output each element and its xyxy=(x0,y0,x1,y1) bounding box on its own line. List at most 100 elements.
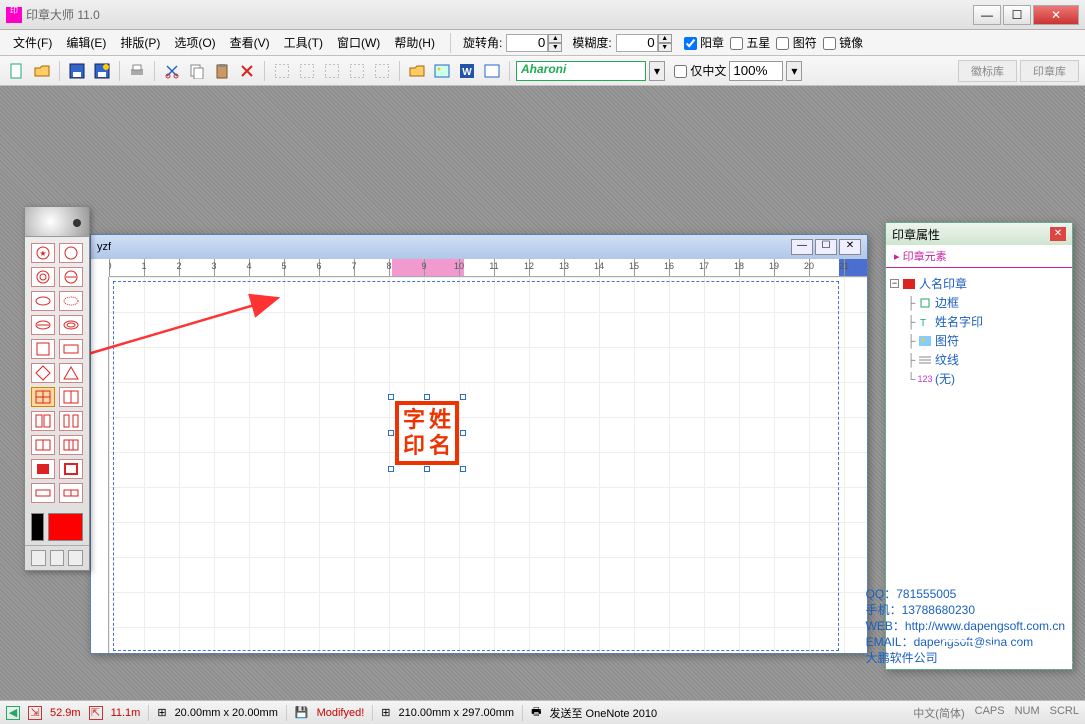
blur-up[interactable]: ▲ xyxy=(658,34,672,43)
align-3-icon[interactable] xyxy=(321,60,343,82)
rotate-up[interactable]: ▲ xyxy=(548,34,562,43)
palette-eye-icon[interactable] xyxy=(25,207,89,237)
copy-icon[interactable] xyxy=(186,60,208,82)
email-link[interactable]: dapengsoft@sina.com xyxy=(914,635,1034,649)
minimize-button[interactable]: — xyxy=(973,5,1001,25)
color-red[interactable] xyxy=(48,513,83,541)
export-icon[interactable] xyxy=(481,60,503,82)
resize-handle[interactable] xyxy=(460,466,466,472)
tool-diamond[interactable] xyxy=(31,363,55,383)
sb-y-icon[interactable]: ⇱ xyxy=(89,706,103,720)
ruler-horizontal[interactable]: 0123456789101112131415161718192021 xyxy=(109,259,867,277)
saveas-icon[interactable] xyxy=(91,60,113,82)
align-5-icon[interactable] xyxy=(371,60,393,82)
font-select[interactable]: Aharoni xyxy=(516,61,646,81)
cut-icon[interactable] xyxy=(161,60,183,82)
paste-icon[interactable] xyxy=(211,60,233,82)
menu-edit[interactable]: 编辑(E) xyxy=(59,31,113,54)
new-doc-icon[interactable] xyxy=(6,60,28,82)
tool-ring[interactable] xyxy=(31,267,55,287)
tree-lines[interactable]: ├ 纹线 xyxy=(890,350,1068,369)
tool-triangle[interactable] xyxy=(59,363,83,383)
rotate-down[interactable]: ▼ xyxy=(548,43,562,52)
check-star[interactable]: 五星 xyxy=(730,34,770,51)
menu-tools[interactable]: 工具(T) xyxy=(277,31,330,54)
web-link[interactable]: http://www.dapengsoft.com.cn xyxy=(905,619,1065,633)
menu-view[interactable]: 查看(V) xyxy=(223,31,277,54)
image-icon[interactable] xyxy=(431,60,453,82)
rotate-input[interactable] xyxy=(506,34,548,52)
tool-ellipse-ring[interactable] xyxy=(59,315,83,335)
tool-circle-text[interactable] xyxy=(59,267,83,287)
align-4-icon[interactable] xyxy=(346,60,368,82)
menu-file[interactable]: 文件(F) xyxy=(6,31,59,54)
maximize-button[interactable]: ☐ xyxy=(1003,5,1031,25)
zoom-dropdown-icon[interactable]: ▾ xyxy=(786,61,802,81)
check-yang[interactable]: 阳章 xyxy=(684,34,724,51)
tree-border[interactable]: ├ 边框 xyxy=(890,293,1068,312)
doc-max-button[interactable]: ☐ xyxy=(815,239,837,255)
tool-circle[interactable] xyxy=(59,243,83,263)
word-icon[interactable]: W xyxy=(456,60,478,82)
menu-layout[interactable]: 排版(P) xyxy=(113,31,167,54)
save-icon[interactable] xyxy=(66,60,88,82)
delete-icon[interactable] xyxy=(236,60,258,82)
palette-btn-3[interactable] xyxy=(68,550,83,566)
tool-square-grid[interactable] xyxy=(31,387,55,407)
tool-cols-gap[interactable] xyxy=(59,411,83,431)
close-button[interactable]: ✕ xyxy=(1033,5,1079,25)
align-2-icon[interactable] xyxy=(296,60,318,82)
resize-handle[interactable] xyxy=(460,394,466,400)
zoom-select[interactable] xyxy=(729,61,783,81)
resize-handle[interactable] xyxy=(388,430,394,436)
tool-rect-line-2[interactable] xyxy=(59,483,83,503)
blur-down[interactable]: ▼ xyxy=(658,43,672,52)
resize-handle[interactable] xyxy=(424,394,430,400)
menu-options[interactable]: 选项(O) xyxy=(167,31,222,54)
tool-square-grid-2[interactable] xyxy=(59,387,83,407)
tool-ellipse-dot[interactable] xyxy=(59,291,83,311)
tool-rect-split[interactable] xyxy=(31,435,55,455)
tool-circle-star[interactable]: ★ xyxy=(31,243,55,263)
tool-ellipse-line[interactable] xyxy=(31,315,55,335)
resize-handle[interactable] xyxy=(424,466,430,472)
palette-btn-1[interactable] xyxy=(31,550,46,566)
menu-help[interactable]: 帮助(H) xyxy=(387,31,442,54)
font-dropdown-icon[interactable]: ▾ xyxy=(649,61,665,81)
folder-icon[interactable] xyxy=(406,60,428,82)
tab-badge-lib[interactable]: 徽标库 xyxy=(958,60,1017,82)
resize-handle[interactable] xyxy=(388,394,394,400)
blur-input[interactable] xyxy=(616,34,658,52)
tool-outline-box[interactable] xyxy=(59,459,83,479)
tree-none[interactable]: └ 123 (无) xyxy=(890,369,1068,388)
sb-x-icon[interactable]: ⇲ xyxy=(28,706,42,720)
tool-square[interactable] xyxy=(31,339,55,359)
doc-close-button[interactable]: ✕ xyxy=(839,239,861,255)
resize-handle[interactable] xyxy=(460,430,466,436)
prop-section[interactable]: 印章元素 xyxy=(886,245,1072,268)
tool-cols-2[interactable] xyxy=(31,411,55,431)
tree-root[interactable]: − 人名印章 xyxy=(890,274,1068,293)
prop-titlebar[interactable]: 印章属性 ✕ xyxy=(886,223,1072,245)
menu-window[interactable]: 窗口(W) xyxy=(330,31,387,54)
tool-rect-line[interactable] xyxy=(31,483,55,503)
seal-object[interactable]: 字姓 印名 xyxy=(391,397,463,469)
color-black[interactable] xyxy=(31,513,44,541)
print-icon[interactable] xyxy=(126,60,148,82)
align-1-icon[interactable] xyxy=(271,60,293,82)
tab-seal-lib[interactable]: 印章库 xyxy=(1020,60,1079,82)
tool-ellipse[interactable] xyxy=(31,291,55,311)
check-mirror[interactable]: 镜像 xyxy=(823,34,863,51)
tool-rect-3[interactable] xyxy=(59,435,83,455)
prop-close-button[interactable]: ✕ xyxy=(1050,227,1066,241)
sb-left-icon[interactable]: ◀ xyxy=(6,706,20,720)
canvas[interactable]: 字姓 印名 xyxy=(109,277,867,653)
check-onlycn[interactable]: 仅中文 xyxy=(674,62,726,79)
palette-btn-2[interactable] xyxy=(50,550,65,566)
tree-image[interactable]: ├ 图符 xyxy=(890,331,1068,350)
tool-rect[interactable] xyxy=(59,339,83,359)
resize-handle[interactable] xyxy=(388,466,394,472)
doc-min-button[interactable]: — xyxy=(791,239,813,255)
ruler-vertical[interactable] xyxy=(91,277,109,653)
check-tu[interactable]: 图符 xyxy=(776,34,816,51)
